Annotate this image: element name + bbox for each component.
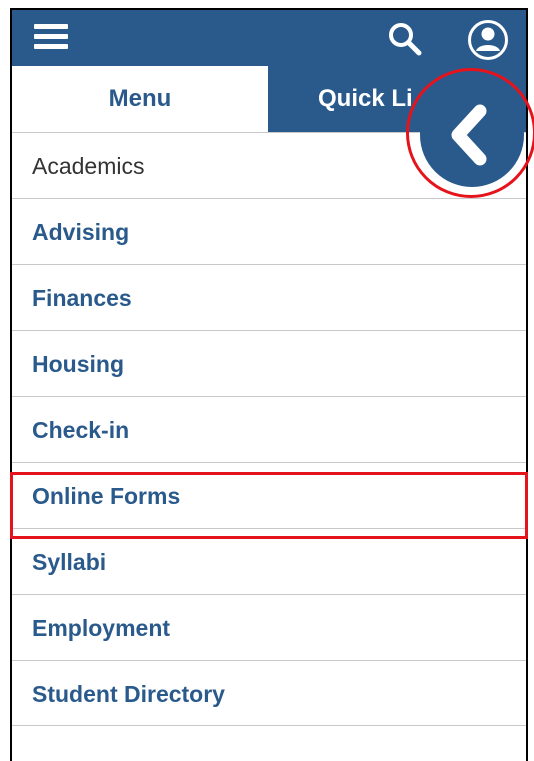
user-account-icon[interactable]: [467, 19, 509, 61]
menu-item-student-directory[interactable]: Student Directory: [12, 660, 526, 726]
menu-item-housing[interactable]: Housing: [12, 330, 526, 396]
hamburger-icon[interactable]: [34, 22, 68, 52]
search-icon[interactable]: [388, 22, 422, 56]
menu-item-check-in[interactable]: Check-in: [12, 396, 526, 462]
user-icon-graphic: [468, 20, 508, 60]
top-header: [12, 10, 526, 66]
menu-item-advising[interactable]: Advising: [12, 198, 526, 264]
hamburger-bar: [34, 44, 68, 49]
menu-item-employment[interactable]: Employment: [12, 594, 526, 660]
menu-list: Academics Advising Finances Housing Chec…: [12, 132, 526, 726]
hamburger-bar: [34, 24, 68, 29]
back-button[interactable]: [420, 83, 524, 187]
menu-item-finances[interactable]: Finances: [12, 264, 526, 330]
menu-item-online-forms[interactable]: Online Forms: [12, 462, 526, 528]
tab-menu[interactable]: Menu: [12, 66, 268, 132]
search-icon-graphic: [389, 23, 422, 56]
chevron-left-icon: [451, 104, 487, 166]
hamburger-bar: [34, 34, 68, 39]
menu-item-syllabi[interactable]: Syllabi: [12, 528, 526, 594]
